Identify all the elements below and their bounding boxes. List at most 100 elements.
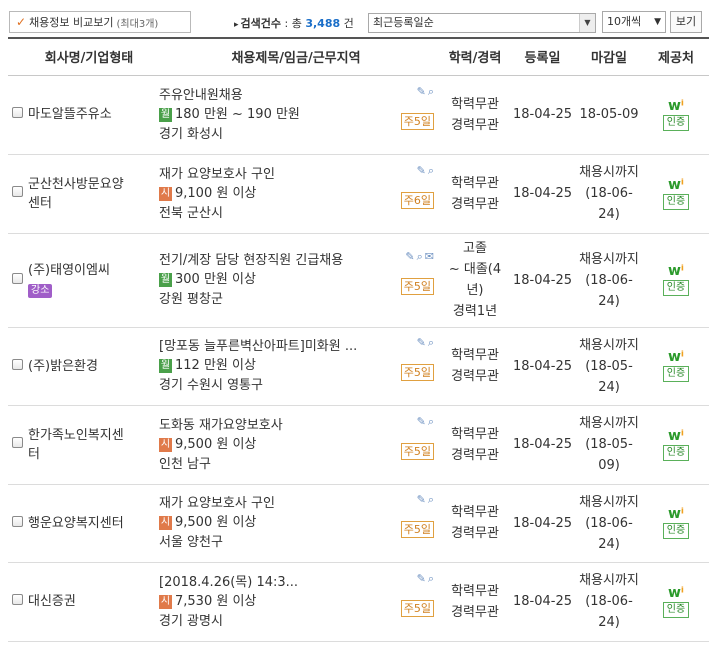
education-line: 학력무관 — [451, 96, 499, 112]
job-cell: 재가 요양보호사 구인 시 9,100 원 이상 전북 군산시 ✎⌕ 주6일 — [152, 154, 440, 234]
per-page-select[interactable]: 10개씩 ▼ — [602, 11, 666, 33]
search-icon[interactable]: ⌕ — [428, 572, 436, 585]
provider-cell: wⁱ 인증 — [643, 484, 709, 563]
table-header: 회사명/기업형태 채용제목/임금/근무지역 학력/경력 등록일 마감일 제공처 — [8, 37, 709, 76]
provider-cell: wⁱ 인증 — [643, 154, 709, 234]
education-line: 고졸 — [463, 241, 487, 256]
deadline-line: 18-05-09 — [579, 107, 639, 122]
toolbar: ✓ 채용정보 비교보기 (최대3개) ▸ 검색건수 : 총 3,488 건 최근등… — [0, 0, 709, 36]
search-icon[interactable]: ⌕ — [417, 250, 425, 263]
sort-select[interactable]: 최근등록일순 ▼ — [368, 13, 596, 33]
table-row[interactable]: 군산천사방문요양 센터 재가 요양보호사 구인 시 9,100 원 이상 전북 군산시 ✎⌕… — [8, 154, 709, 234]
edit-icon[interactable]: ✎ — [417, 164, 428, 177]
certified-badge[interactable]: 인증 — [662, 193, 690, 210]
certified-badge[interactable]: 인증 — [662, 366, 690, 382]
company-name[interactable]: 센터 — [28, 194, 152, 213]
company-type-badge: 강소 — [28, 284, 53, 298]
search-icon[interactable]: ⌕ — [428, 336, 436, 349]
row-checkbox[interactable] — [11, 594, 23, 605]
registered-date: 18-04-25 — [510, 233, 575, 328]
job-title-link[interactable]: 재가 요양보호사 구인 — [159, 165, 381, 184]
pay-amount: 7,530 원 이상 — [175, 593, 257, 609]
work-days-badge: 주5일 — [400, 112, 434, 130]
compare-limit: (최대3개) — [116, 18, 159, 30]
worknet-logo-icon: wⁱ — [667, 349, 684, 365]
compare-jobs-button[interactable]: ✓ 채용정보 비교보기 (최대3개) — [9, 11, 191, 33]
row-checkbox[interactable] — [11, 272, 23, 284]
certified-badge[interactable]: 인증 — [662, 114, 690, 131]
provider-cell: wⁱ 인증 — [643, 327, 709, 406]
education-line: 경력무관 — [451, 526, 499, 541]
company-name[interactable]: 한가족노인복지센 — [28, 426, 152, 445]
pay-info: 시 9,500 원 이상 — [159, 513, 440, 533]
job-title-link[interactable]: [2018.4.26(목) 14:3... — [159, 573, 381, 592]
table-row[interactable]: 대신증권 [2018.4.26(목) 14:3... 시 7,530 원 이상 경기 광… — [8, 562, 709, 642]
row-checkbox[interactable] — [11, 515, 23, 527]
table-row[interactable]: (주)밝은환경 [망포동 늘푸른벽산아파트]미화원 ... 월 112 만원 이상 경기… — [8, 327, 709, 406]
company-name[interactable]: 마도알뜰주유소 — [28, 105, 152, 124]
certified-badge[interactable]: 인증 — [662, 280, 690, 296]
company-cell: 행운요양복지센터 — [26, 484, 152, 563]
pay-amount: 9,100 원 이상 — [175, 185, 257, 201]
row-checkbox[interactable] — [11, 186, 23, 197]
sort-value: 최근등록일순 — [373, 16, 434, 29]
provider-cell: wⁱ 인증 — [643, 75, 709, 155]
education-line: 경력무관 — [451, 196, 499, 212]
company-name[interactable]: (주)밝은환경 — [28, 357, 152, 376]
job-title-link[interactable]: 주유안내원채용 — [159, 86, 381, 105]
deadline-line: 채용시까지 — [579, 573, 639, 588]
deadline-line: (18-06- — [585, 515, 633, 531]
table-row[interactable]: 한가족노인복지센 터 도화동 재가요양보호사 시 9,500 원 이상 인천 남구 ✎⌕ 주5… — [8, 405, 709, 485]
search-icon[interactable]: ⌕ — [428, 415, 436, 428]
view-button[interactable]: 보기 — [670, 11, 702, 33]
job-cell: 전기/계장 담당 현장직원 긴급채용 월 300 만원 이상 강원 평창군 ✎⌕✉ 주5일 — [152, 233, 440, 328]
edit-icon[interactable]: ✎ — [417, 336, 428, 349]
edit-icon[interactable]: ✎ — [417, 493, 428, 506]
deadline-cell: 채용시까지 (18-06- 24) — [575, 484, 643, 563]
company-name[interactable]: 대신증권 — [28, 592, 152, 611]
deadline-cell: 채용시까지 (18-06- 24) — [575, 233, 643, 328]
provider-cell: wⁱ 인증 — [643, 233, 709, 328]
pay-type-tag: 시 — [159, 516, 172, 530]
dropdown-arrow-icon[interactable]: ▼ — [579, 14, 595, 32]
search-icon[interactable]: ⌕ — [428, 85, 436, 98]
count-value: 3,488 — [305, 17, 341, 30]
dropdown-arrow-icon: ▼ — [654, 17, 661, 27]
company-name[interactable]: 군산천사방문요양 — [28, 175, 152, 194]
row-checkbox[interactable] — [11, 437, 23, 448]
education-cell: 학력무관 경력무관 — [440, 327, 510, 406]
job-title-link[interactable]: 도화동 재가요양보호사 — [159, 416, 381, 435]
company-name[interactable]: 터 — [28, 445, 152, 464]
table-row[interactable]: 행운요양복지센터 재가 요양보호사 구인 시 9,500 원 이상 서울 양천구 ✎⌕ 주5… — [8, 484, 709, 563]
certified-badge[interactable]: 인증 — [662, 601, 690, 618]
job-title-link[interactable]: [망포동 늘푸른벽산아파트]미화원 ... — [159, 337, 381, 356]
header-title: 채용제목/임금/근무지역 — [152, 37, 440, 76]
deadline-line: 채용시까지 — [579, 251, 639, 267]
row-checkbox[interactable] — [11, 107, 23, 118]
table-row[interactable]: 마도알뜰주유소 주유안내원채용 월 180 만원 ~ 190 만원 경기 화성시 ✎⌕ 주5… — [8, 75, 709, 155]
edit-icon[interactable]: ✎ — [417, 85, 428, 98]
deadline-line: 09) — [598, 458, 620, 473]
deadline-line: (18-06- — [585, 594, 633, 609]
table-row[interactable]: (주)태영이엠씨 강소 전기/계장 담당 현장직원 긴급채용 월 300 만원 이상 강원… — [8, 233, 709, 328]
job-title-link[interactable]: 재가 요양보호사 구인 — [159, 494, 381, 513]
header-provider: 제공처 — [643, 37, 709, 76]
certified-badge[interactable]: 인증 — [662, 523, 690, 539]
edit-icon[interactable]: ✎ — [405, 250, 416, 263]
company-cell: (주)태영이엠씨강소 — [26, 233, 152, 328]
education-line: 경력무관 — [451, 447, 499, 463]
certified-badge[interactable]: 인증 — [662, 444, 690, 461]
company-name[interactable]: 행운요양복지센터 — [28, 514, 152, 533]
search-icon[interactable]: ⌕ — [428, 164, 436, 177]
company-name[interactable]: (주)태영이엠씨 — [28, 261, 152, 280]
mail-icon[interactable]: ✉ — [425, 250, 436, 263]
worknet-logo-icon: wⁱ — [667, 427, 684, 444]
pay-type-tag: 시 — [159, 437, 172, 452]
row-checkbox[interactable] — [11, 358, 23, 370]
search-icon[interactable]: ⌕ — [428, 493, 436, 506]
edit-icon[interactable]: ✎ — [417, 572, 428, 585]
job-title-link[interactable]: 전기/계장 담당 현장직원 긴급채용 — [159, 251, 381, 270]
education-cell: 학력무관 경력무관 — [440, 484, 510, 563]
deadline-line: (18-06- — [585, 186, 633, 201]
edit-icon[interactable]: ✎ — [417, 415, 428, 428]
